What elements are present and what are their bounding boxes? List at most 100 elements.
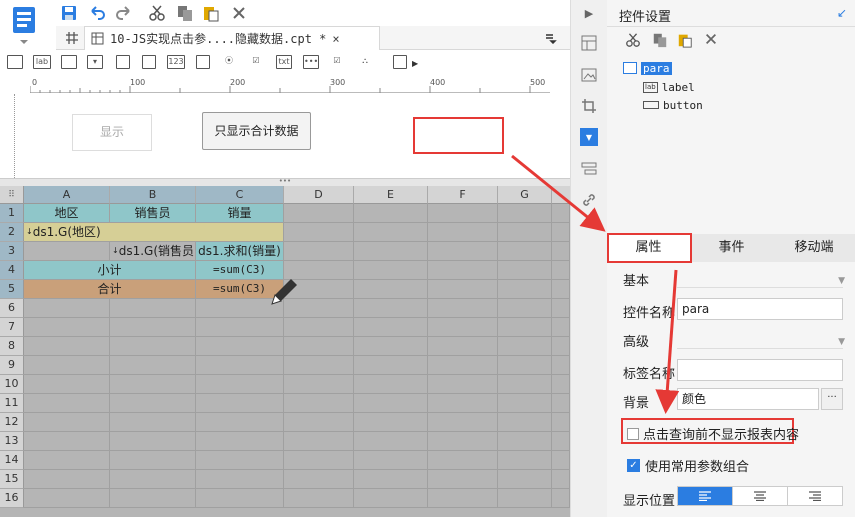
column-header[interactable]: D	[284, 186, 354, 204]
row-header[interactable]: 12	[0, 413, 24, 432]
grid-cell[interactable]	[354, 223, 428, 242]
hide-before-query-option[interactable]: 点击查询前不显示报表内容	[627, 424, 799, 443]
grid-cell[interactable]	[196, 489, 284, 508]
row-header[interactable]: 8	[0, 337, 24, 356]
row-header[interactable]: 11	[0, 394, 24, 413]
grid-cell[interactable]	[552, 432, 570, 451]
grid-cell[interactable]	[196, 432, 284, 451]
grid-cell[interactable]	[354, 261, 428, 280]
grid-cell[interactable]	[354, 204, 428, 223]
redo-icon[interactable]	[113, 2, 135, 24]
more-arrow-icon[interactable]: ▶	[412, 59, 418, 68]
grid-cell[interactable]	[498, 223, 552, 242]
textarea-widget-icon[interactable]	[196, 55, 210, 69]
row-header[interactable]: 2	[0, 223, 24, 242]
row-header[interactable]: 16	[0, 489, 24, 508]
copy-icon[interactable]	[652, 32, 668, 48]
grid-cell[interactable]	[24, 489, 110, 508]
align-right-button[interactable]	[787, 487, 842, 505]
row-header[interactable]: 7	[0, 318, 24, 337]
grid-cell[interactable]	[284, 318, 354, 337]
select-all-corner[interactable]: ⠿	[0, 186, 24, 204]
grid-cell[interactable]	[552, 242, 570, 261]
cut-icon[interactable]	[625, 32, 641, 48]
grid-cell[interactable]	[24, 432, 110, 451]
grid-cell[interactable]	[110, 451, 196, 470]
grid-cell[interactable]	[498, 318, 552, 337]
row-header[interactable]: 1	[0, 204, 24, 223]
column-header[interactable]: C	[196, 186, 284, 204]
grid-cell[interactable]	[498, 337, 552, 356]
grid-cell[interactable]	[552, 337, 570, 356]
combobox-widget-icon[interactable]: ▾	[87, 55, 103, 69]
grid-cell[interactable]	[552, 280, 570, 299]
grid-cell[interactable]	[428, 337, 498, 356]
use-common-params-option[interactable]: ✓ 使用常用参数组合	[627, 456, 749, 475]
table-layout-icon[interactable]	[580, 34, 598, 52]
undo-icon[interactable]	[86, 2, 108, 24]
column-header[interactable]: E	[354, 186, 428, 204]
grid-cell[interactable]	[284, 451, 354, 470]
cell-b1[interactable]: 销售员	[110, 204, 196, 223]
cell-ab4[interactable]: 小计	[24, 261, 196, 280]
display-label-widget[interactable]: 显示	[72, 114, 152, 151]
grid-cell[interactable]	[24, 394, 110, 413]
tree-node-para[interactable]: para	[623, 60, 672, 76]
paste-icon[interactable]	[200, 2, 222, 24]
grid-cell[interactable]	[552, 375, 570, 394]
grid-cell[interactable]	[498, 242, 552, 261]
grid-cell[interactable]	[354, 432, 428, 451]
grid-cell[interactable]	[24, 413, 110, 432]
grid-cell[interactable]	[196, 470, 284, 489]
crop-icon[interactable]	[580, 97, 598, 115]
tree-widget-icon[interactable]	[116, 55, 130, 69]
tab-mobile[interactable]: 移动端	[773, 234, 855, 262]
grid-cell[interactable]	[24, 451, 110, 470]
grid-cell[interactable]	[354, 280, 428, 299]
grid-cell[interactable]	[428, 261, 498, 280]
grid-cell[interactable]	[428, 299, 498, 318]
grid-cell[interactable]	[498, 432, 552, 451]
background-edit-button[interactable]: ···	[821, 388, 843, 410]
grid-cell[interactable]	[284, 489, 354, 508]
text-widget-icon[interactable]: txt	[276, 55, 292, 69]
grid-cell[interactable]	[284, 337, 354, 356]
grid-cell[interactable]	[354, 375, 428, 394]
grid-cell[interactable]	[552, 470, 570, 489]
delete-icon[interactable]	[704, 32, 718, 46]
row-header[interactable]: 15	[0, 470, 24, 489]
number-widget-icon[interactable]: 123	[167, 55, 185, 69]
date-widget-icon[interactable]	[142, 55, 156, 69]
row-header[interactable]: 5	[0, 280, 24, 299]
more-widget-icon[interactable]	[393, 55, 407, 69]
grid-cell[interactable]	[354, 489, 428, 508]
grid-cell[interactable]	[110, 356, 196, 375]
column-header[interactable]: G	[498, 186, 552, 204]
grid-cell[interactable]	[284, 242, 354, 261]
grid-cell[interactable]	[428, 204, 498, 223]
grid-cell[interactable]	[284, 470, 354, 489]
grid-cell[interactable]	[196, 451, 284, 470]
row-header[interactable]: 10	[0, 375, 24, 394]
tab-current-file[interactable]: 10-JS实现点击参....隐藏数据.cpt * ×	[84, 26, 380, 50]
grid-cell[interactable]	[24, 242, 110, 261]
row-header[interactable]: 4	[0, 261, 24, 280]
cut-icon[interactable]	[146, 2, 168, 24]
grid-cell[interactable]	[354, 394, 428, 413]
grid-cell[interactable]	[428, 432, 498, 451]
grid-cell[interactable]	[428, 451, 498, 470]
grid-cell[interactable]	[498, 470, 552, 489]
row-header[interactable]: 6	[0, 299, 24, 318]
grid-cell[interactable]	[354, 337, 428, 356]
grid-cell[interactable]	[24, 375, 110, 394]
cell-a2[interactable]: ↓ds1.G(地区)	[24, 223, 284, 242]
grid-cell[interactable]	[552, 413, 570, 432]
paste-icon[interactable]	[677, 32, 693, 48]
row-header[interactable]: 14	[0, 451, 24, 470]
grid-cell[interactable]	[498, 413, 552, 432]
grid-cell[interactable]	[284, 432, 354, 451]
grid-cell[interactable]	[354, 318, 428, 337]
expand-panel-icon[interactable]: ↙	[837, 6, 847, 20]
grid-cell[interactable]	[498, 280, 552, 299]
grid-cell[interactable]	[110, 337, 196, 356]
